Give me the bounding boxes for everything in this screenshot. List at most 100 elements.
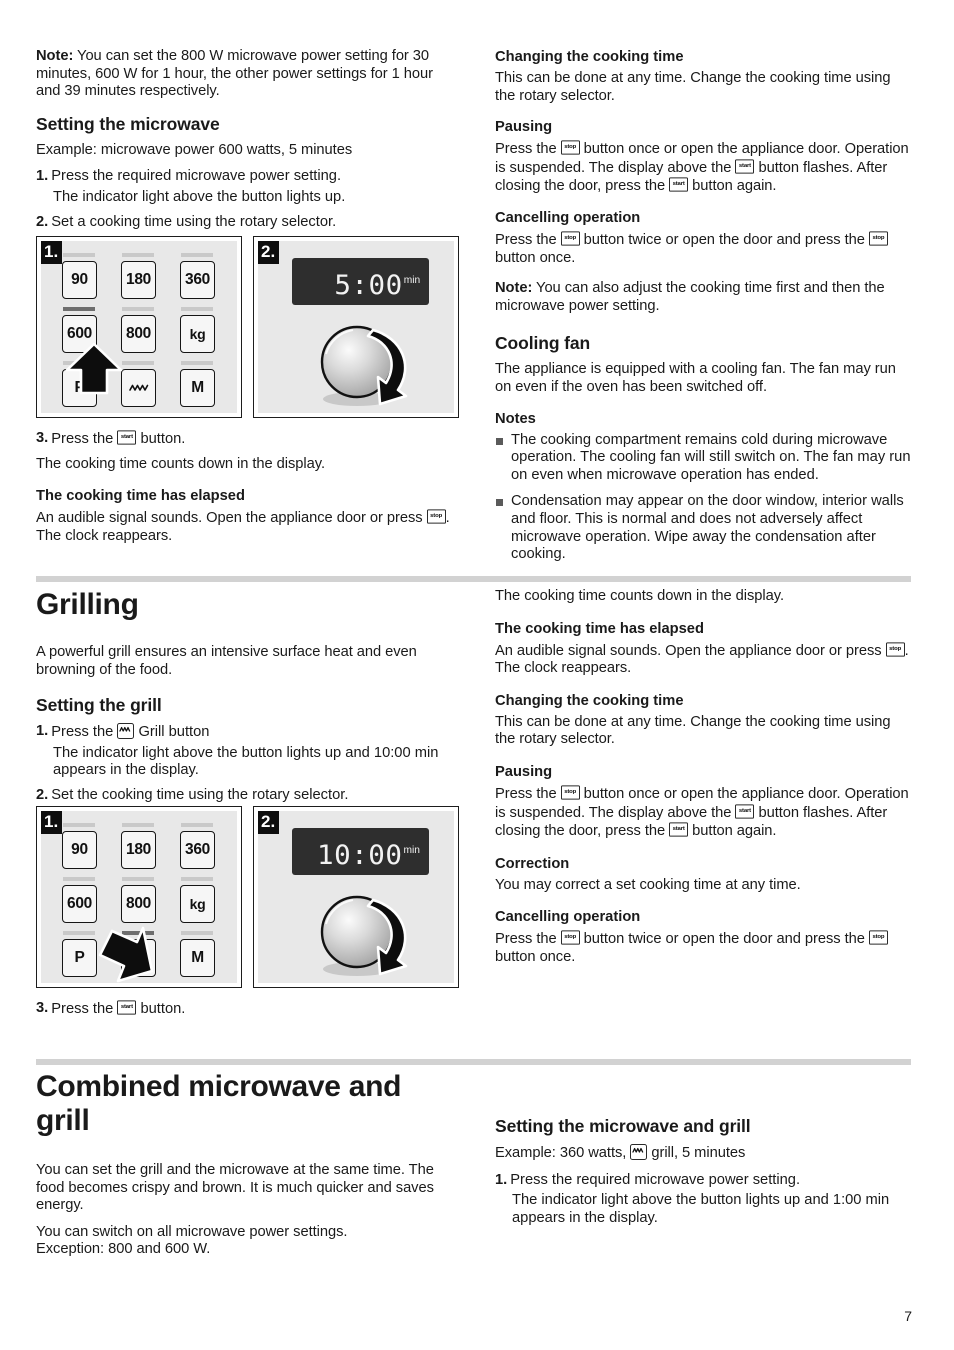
grill-wave-icon [121,369,156,407]
section-divider-combined [36,1059,911,1065]
note-label: Note: [36,48,74,64]
combined-example: Example: 360 watts, grill, 5 minutes [495,1144,911,1163]
step-text: Press the required microwave power setti… [51,168,342,185]
example-text-post: grill, 5 minutes [647,1145,746,1161]
indicator-bar [181,253,213,257]
indicator-bar [63,823,95,827]
key-label: 800 [121,315,156,353]
indicator-bar [181,877,213,881]
key-600[interactable]: 600 [58,305,108,356]
key-800[interactable]: 800 [117,875,167,926]
key-label: kg [180,885,215,923]
heading-setting-the-grill: Setting the grill [36,695,162,716]
heading-setting-the-microwave: Setting the microwave [36,113,220,134]
elapsed-text-pre: An audible signal sounds. Open the appli… [36,510,427,527]
figure-panel-display: 2. 10:00min [253,806,459,988]
key-90[interactable]: 90 [58,821,108,872]
key-m[interactable]: M [176,359,226,410]
grill-wave-icon [121,939,156,977]
lcd-time: 10:00 [317,840,403,871]
rotary-selector[interactable] [310,314,420,412]
combined-intro-1: You can set the grill and the microwave … [36,1162,434,1214]
figure-panel-keypad: 1. 90 180 360 600 800 kg P M [36,806,242,988]
note-label: Note: [495,280,533,297]
stop-button-icon: stop [560,930,580,945]
step-badge-2: 2. [258,811,280,834]
pausing-text-part4: button again. [688,823,777,840]
heading-cooking-time-elapsed: The cooking time has elapsed [495,620,704,637]
key-grill[interactable] [117,359,167,410]
note-text: You can also adjust the cooking time fir… [495,280,885,314]
key-180[interactable]: 180 [117,821,167,872]
indicator-bar [63,361,95,365]
microwave-step-1: 1. Press the required microwave power se… [36,168,452,186]
key-label: 180 [121,261,156,299]
step-number: 3. [36,1000,49,1016]
key-800[interactable]: 800 [117,305,167,356]
pausing-text-part4: button again. [688,178,777,195]
microwave-step-3: 3. Press the start button. [36,430,452,449]
manual-page: Note: You can set the 800 W microwave po… [0,0,954,1350]
indicator-bar [181,307,213,311]
start-button-icon: start [735,803,755,819]
grilling-left-column-lower: 3. Press the start button. [36,1000,452,1022]
section-divider-grilling [36,576,911,582]
grill-button-icon [117,723,135,740]
key-label: 90 [62,261,97,299]
key-360[interactable]: 360 [176,821,226,872]
key-p[interactable]: P [58,359,108,410]
start-button-icon: start [669,177,689,192]
combined-intro-2b: Exception: 800 and 600 W. [36,1241,211,1258]
note-paragraph: Note: You can set the 800 W microwave po… [36,48,452,101]
key-180[interactable]: 180 [117,251,167,302]
step-text-pre: Press the [51,724,118,741]
key-600[interactable]: 600 [58,875,108,926]
lcd-readout: 10:00min [317,836,420,871]
indicator-bar [63,931,95,935]
step-text-post: Grill button [134,724,210,741]
display-panel-background: 2. 10:00min [258,811,454,983]
heading-cooking-time-elapsed: The cooking time has elapsed [36,488,245,505]
step-number: 1. [36,168,49,185]
key-label: 800 [121,885,156,923]
key-kg[interactable]: kg [176,875,226,926]
key-90[interactable]: 90 [58,251,108,302]
start-button-icon: start [117,430,137,445]
microwave-step-1-sub: The indicator light above the button lig… [53,188,346,205]
grilling-intro: A powerful grill ensures an intensive su… [36,644,417,678]
page-title-combined: Combined microwave and grill [36,1070,402,1137]
rotary-selector[interactable] [310,884,420,982]
step-text-pre: Press the [51,431,118,447]
grill-keypad: 90 180 360 600 800 kg P M [58,821,226,980]
combined-left-column: Combined microwave and grill You can set… [36,1070,452,1268]
indicator-bar-active [122,931,154,935]
microwave-countdown-text: The cooking time counts down in the disp… [36,455,325,472]
cancelling-text-part1: Press the [495,931,561,948]
grill-step-1: 1. Press the Grill button [36,723,452,742]
grill-countdown-text: The cooking time counts down in the disp… [495,588,784,604]
cancelling-text-part3: button once. [495,249,576,266]
stop-button-icon: stop [885,641,905,657]
stop-button-icon: stop [560,231,580,246]
indicator-bar [63,877,95,881]
indicator-bar [122,253,154,257]
stop-button-icon: stop [426,509,446,524]
key-m[interactable]: M [176,929,226,980]
lcd-display: 10:00min [292,828,429,875]
key-kg[interactable]: kg [176,305,226,356]
heading-pausing: Pausing [495,119,553,136]
key-label: kg [180,315,215,353]
step-text: Press the required microwave power setti… [510,1171,801,1188]
cancelling-text-part2: button twice or open the door and press … [579,931,869,948]
heading-cooling-fan: Cooling fan [495,333,591,354]
key-360[interactable]: 360 [176,251,226,302]
note-text: You can set the 800 W microwave power se… [36,48,433,100]
cancelling-text: Press the stop button twice or open the … [495,231,911,267]
key-p[interactable]: P [58,929,108,980]
indicator-bar [63,253,95,257]
key-label: M [180,369,215,407]
key-grill[interactable] [117,929,167,980]
microwave-note-paragraph: Note: You can also adjust the cooking ti… [495,280,911,315]
cooling-fan-text: The appliance is equipped with a cooling… [495,361,896,395]
cancelling-text-part1: Press the [495,231,561,248]
